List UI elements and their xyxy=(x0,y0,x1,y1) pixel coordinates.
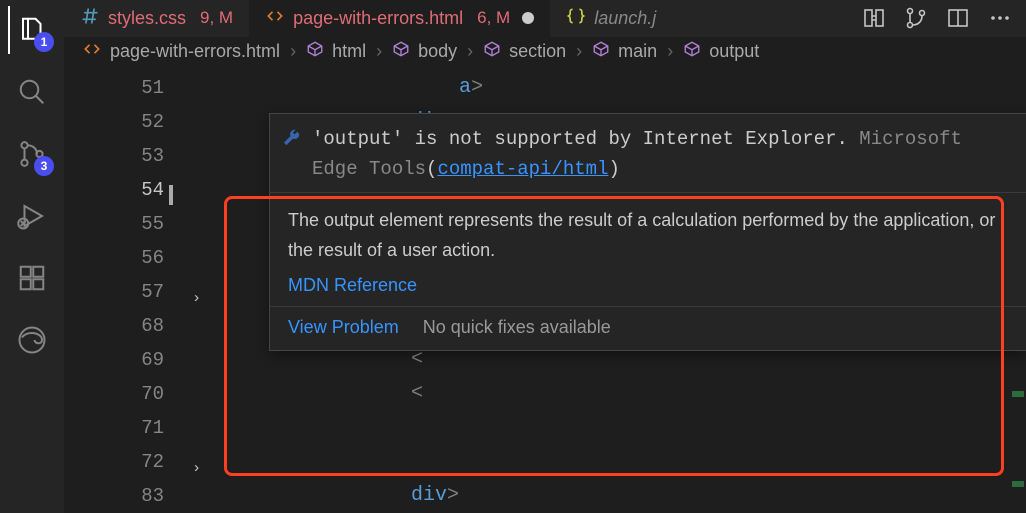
braces-icon xyxy=(566,6,586,31)
explorer-badge: 1 xyxy=(34,32,54,52)
tab-bar: styles.css 9, M page-with-errors.html 6, M l… xyxy=(64,0,1026,37)
symbol-block-icon xyxy=(392,40,410,63)
line-number: 69 xyxy=(64,343,219,377)
hover-widget: 'output' is not supported by Internet Ex… xyxy=(269,113,1026,351)
chevron-right-icon: › xyxy=(290,41,296,62)
line-number: 54 xyxy=(64,173,219,207)
activity-edge[interactable] xyxy=(8,316,56,364)
wrench-icon xyxy=(280,128,302,160)
breadcrumb-body[interactable]: body xyxy=(392,40,457,63)
hover-description: The output element represents the result… xyxy=(270,193,1026,275)
split-editor-button[interactable] xyxy=(946,6,970,30)
code-icon xyxy=(82,39,102,64)
line-number: 55 xyxy=(64,207,219,241)
chevron-right-icon: › xyxy=(667,41,673,62)
editor-group: styles.css 9, M page-with-errors.html 6, M l… xyxy=(64,0,1026,513)
line-number: 53 xyxy=(64,139,219,173)
tab-filename: styles.css xyxy=(108,8,186,29)
line-number: 56 xyxy=(64,241,219,275)
code-area[interactable]: a> div> article> <output < < div> xyxy=(219,67,1026,513)
activity-extensions[interactable] xyxy=(8,254,56,302)
line-number: 51 xyxy=(64,71,219,105)
git-branch-icon xyxy=(904,6,928,30)
line-number: 83 xyxy=(64,479,219,513)
symbol-block-icon xyxy=(592,40,610,63)
breadcrumb-html[interactable]: html xyxy=(306,40,366,63)
code-icon xyxy=(265,6,285,31)
dirty-indicator-icon xyxy=(522,12,534,24)
tab-2[interactable]: launch.j xyxy=(550,0,672,37)
line-number: 52 xyxy=(64,105,219,139)
tab-filename: page-with-errors.html xyxy=(293,8,463,29)
editor[interactable]: 51525354555657›6869707172›83 a> div> art… xyxy=(64,67,1026,513)
extensions-icon xyxy=(17,263,47,293)
code-line[interactable] xyxy=(219,445,1026,479)
chevron-right-icon: › xyxy=(376,41,382,62)
edge-icon xyxy=(17,325,47,355)
more-actions-button[interactable] xyxy=(988,6,1012,30)
breadcrumb-main[interactable]: main xyxy=(592,40,657,63)
symbol-block-icon xyxy=(306,40,324,63)
breadcrumb-label: section xyxy=(509,41,566,62)
split-icon xyxy=(946,6,970,30)
breadcrumb-label: html xyxy=(332,41,366,62)
debug-icon xyxy=(17,201,47,231)
breadcrumb-label: page-with-errors.html xyxy=(110,41,280,62)
breadcrumb-label: body xyxy=(418,41,457,62)
hover-no-fixes: No quick fixes available xyxy=(423,317,611,338)
search-icon xyxy=(17,77,47,107)
symbol-block-icon xyxy=(683,40,701,63)
tab-filename: launch.j xyxy=(594,8,656,29)
activity-bar: 1 3 xyxy=(0,0,64,513)
chevron-right-icon: › xyxy=(467,41,473,62)
activity-scm[interactable]: 3 xyxy=(8,130,56,178)
activity-search[interactable] xyxy=(8,68,56,116)
code-line[interactable]: a> xyxy=(219,71,1026,105)
hover-rule-link[interactable]: compat-api/html xyxy=(437,158,608,180)
symbol-block-icon xyxy=(483,40,501,63)
activity-explorer[interactable]: 1 xyxy=(8,6,56,54)
chevron-right-icon: › xyxy=(576,41,582,62)
activity-debug[interactable] xyxy=(8,192,56,240)
diff-icon xyxy=(862,6,886,30)
breadcrumb-section[interactable]: section xyxy=(483,40,566,63)
line-number: 68 xyxy=(64,309,219,343)
line-number: 57› xyxy=(64,275,219,309)
ellipsis-icon xyxy=(988,6,1012,30)
line-number: 71 xyxy=(64,411,219,445)
code-line[interactable]: div> xyxy=(219,479,1026,513)
gutter: 51525354555657›6869707172›83 xyxy=(64,67,219,513)
compare-changes-button[interactable] xyxy=(862,6,886,30)
line-number: 70 xyxy=(64,377,219,411)
breadcrumb-label: main xyxy=(618,41,657,62)
hover-message: 'output' is not supported by Internet Ex… xyxy=(312,124,1012,184)
breadcrumb-page-with-errors.html[interactable]: page-with-errors.html xyxy=(82,39,280,64)
breadcrumb-output[interactable]: output xyxy=(683,40,759,63)
tab-1[interactable]: page-with-errors.html 6, M xyxy=(249,0,550,37)
code-line[interactable]: < xyxy=(219,377,1026,411)
breadcrumb-label: output xyxy=(709,41,759,62)
hover-view-problem[interactable]: View Problem xyxy=(288,317,399,338)
tab-0[interactable]: styles.css 9, M xyxy=(64,0,249,37)
scm-badge: 3 xyxy=(34,156,54,176)
hash-icon xyxy=(80,6,100,31)
branch-button[interactable] xyxy=(904,6,928,30)
hover-mdn-link[interactable]: MDN Reference xyxy=(288,275,417,295)
line-number: 72› xyxy=(64,445,219,479)
breadcrumbs[interactable]: page-with-errors.html › html › body › section ›… xyxy=(64,37,1026,67)
tab-status: 9, M xyxy=(200,8,233,28)
tab-status: 6, M xyxy=(477,8,510,28)
code-line[interactable] xyxy=(219,411,1026,445)
